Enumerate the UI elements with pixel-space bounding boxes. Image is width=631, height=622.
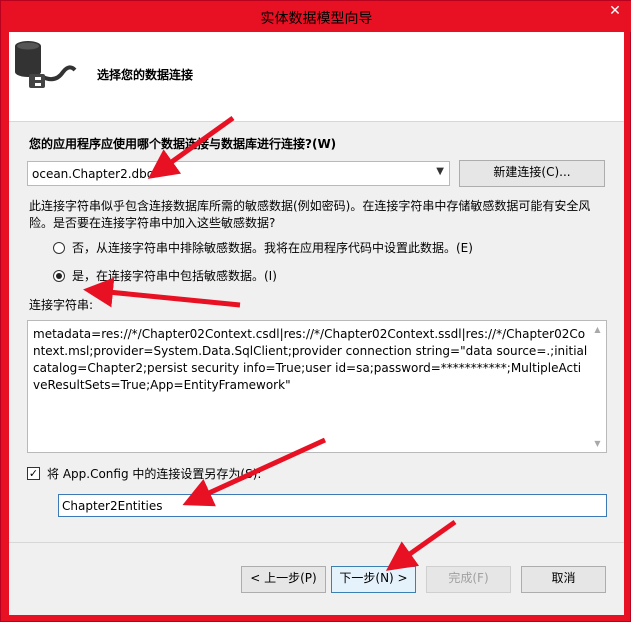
radio-button[interactable] — [53, 241, 65, 254]
radio-include-sensitive[interactable]: 是，在连接字符串中包括敏感数据。(I) — [53, 267, 277, 284]
radio-button[interactable] — [53, 269, 65, 282]
page-title: 选择您的数据连接 — [97, 68, 194, 82]
save-config-label: 将 App.Config 中的连接设置另存为(S): — [47, 467, 262, 481]
wizard-window: 实体数据模型向导 ✕ 选择您的数据连接 您的应用程序应使用哪个数据连接与数据库进… — [0, 0, 631, 622]
new-connection-button[interactable]: 新建连接(C)... — [459, 160, 605, 187]
radio-label: 否，从连接字符串中排除敏感数据。我将在应用程序代码中设置此数据。(E) — [72, 241, 473, 255]
radio-label: 是，在连接字符串中包括敏感数据。(I) — [72, 269, 277, 283]
radio-exclude-sensitive[interactable]: 否，从连接字符串中排除敏感数据。我将在应用程序代码中设置此数据。(E) — [53, 239, 473, 256]
connection-string-label: 连接字符串: — [29, 298, 94, 312]
footer-divider — [9, 542, 624, 543]
connection-selected-value: ocean.Chapter2.dbo — [32, 167, 155, 181]
close-icon[interactable]: ✕ — [606, 2, 624, 20]
wizard-header: 选择您的数据连接 — [9, 32, 624, 122]
database-connection-icon — [15, 41, 77, 88]
sensitive-data-warning: 此连接字符串似乎包含连接数据库所需的敏感数据(例如密码)。在连接字符串中存储敏感… — [29, 199, 591, 230]
connection-dropdown[interactable]: ocean.Chapter2.dbo ▼ — [27, 161, 450, 186]
entity-name-value: Chapter2Entities — [62, 499, 163, 513]
connection-string-value: metadata=res://*/Chapter02Context.csdl|r… — [33, 327, 588, 392]
entity-name-input[interactable]: Chapter2Entities — [58, 494, 607, 517]
back-button[interactable]: < 上一步(P) — [241, 566, 326, 593]
connection-string-textarea[interactable]: metadata=res://*/Chapter02Context.csdl|r… — [27, 320, 607, 453]
scroll-down-icon[interactable]: ▼ — [589, 435, 606, 452]
next-button[interactable]: 下一步(N) > — [331, 566, 416, 593]
title-bar: 实体数据模型向导 ✕ — [1, 1, 631, 32]
save-config-checkbox-row[interactable]: ✓ 将 App.Config 中的连接设置另存为(S): — [27, 465, 261, 482]
chevron-down-icon: ▼ — [436, 166, 444, 177]
window-title: 实体数据模型向导 — [260, 11, 373, 27]
cancel-button[interactable]: 取消 — [521, 566, 606, 593]
scroll-up-icon[interactable]: ▲ — [589, 321, 606, 338]
connection-question: 您的应用程序应使用哪个数据连接与数据库进行连接?(W) — [29, 137, 337, 151]
save-config-checkbox[interactable]: ✓ — [27, 467, 40, 480]
finish-button[interactable]: 完成(F) — [426, 566, 511, 593]
vertical-scrollbar[interactable]: ▲ ▼ — [589, 321, 606, 452]
wizard-body: 选择您的数据连接 您的应用程序应使用哪个数据连接与数据库进行连接?(W) oce… — [9, 32, 624, 615]
